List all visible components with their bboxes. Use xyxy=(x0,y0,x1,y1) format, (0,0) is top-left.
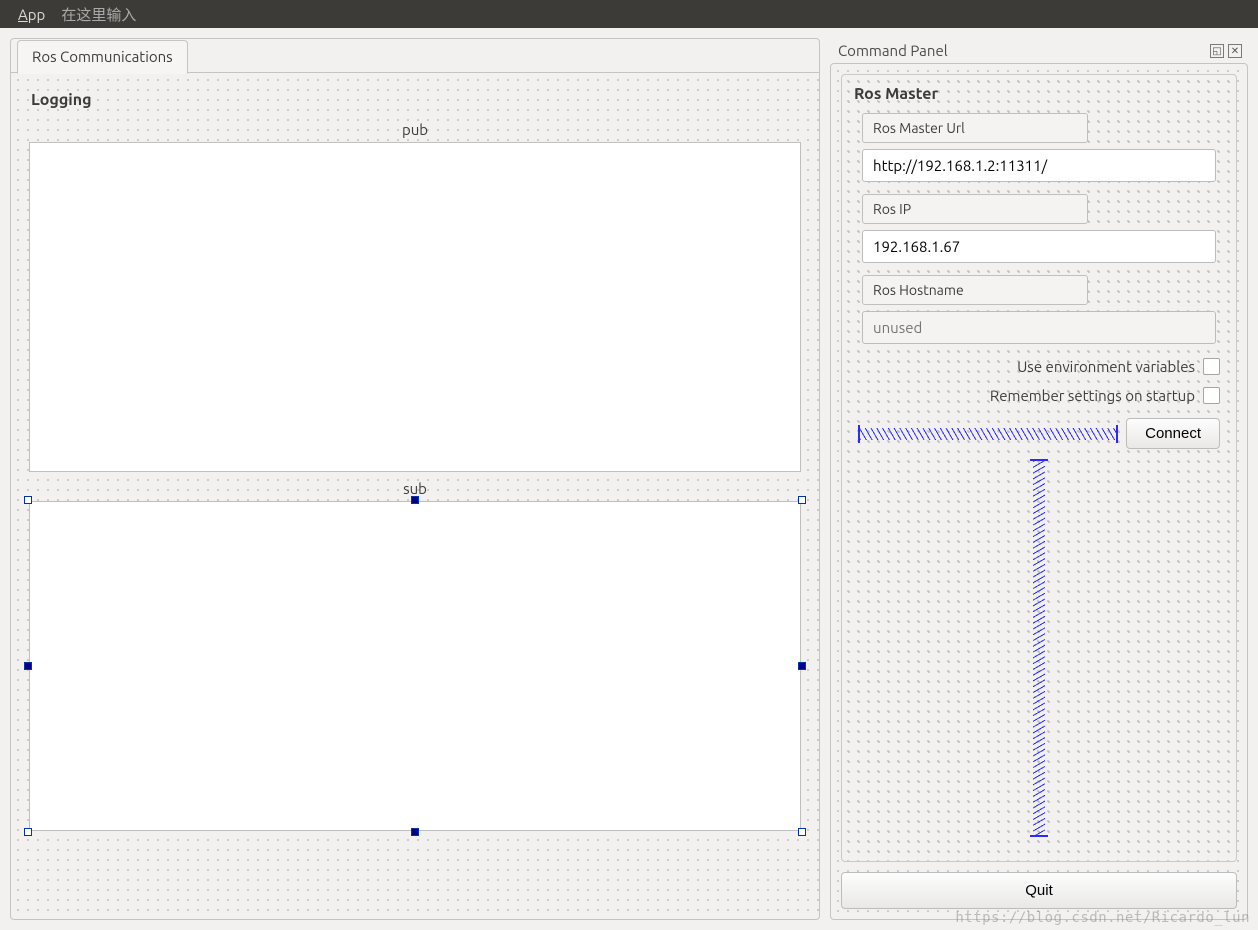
resize-handle[interactable] xyxy=(798,496,806,504)
connect-row: Connect xyxy=(858,418,1220,449)
resize-handle[interactable] xyxy=(798,662,806,670)
dock-body: Ros Master Ros Master Url Ros IP Ros Hos… xyxy=(830,63,1248,920)
ros-hostname-input[interactable] xyxy=(862,311,1216,344)
dock-close-icon[interactable]: ✕ xyxy=(1228,44,1242,58)
sub-label: sub xyxy=(29,480,801,497)
connect-button[interactable]: Connect xyxy=(1126,418,1220,449)
dock-float-icon[interactable]: ◱ xyxy=(1210,44,1224,58)
ros-master-title: Ros Master xyxy=(854,85,1224,103)
use-env-label: Use environment variables xyxy=(1017,358,1195,375)
use-env-row[interactable]: Use environment variables xyxy=(854,358,1220,375)
tab-bar: Ros Communications xyxy=(11,39,819,73)
quit-button[interactable]: Quit xyxy=(841,872,1237,909)
watermark-text: https://blog.csdn.net/Ricardo_lun xyxy=(955,910,1250,926)
remember-label: Remember settings on startup xyxy=(990,387,1195,404)
workspace: Ros Communications Logging pub sub xyxy=(0,28,1258,930)
menu-bar: App 在这里输入 xyxy=(0,0,1258,28)
ros-hostname-label: Ros Hostname xyxy=(862,275,1088,305)
left-panel: Ros Communications Logging pub sub xyxy=(10,38,820,920)
remember-checkbox[interactable] xyxy=(1203,387,1220,404)
ros-master-url-label: Ros Master Url xyxy=(862,113,1088,143)
right-dock: Command Panel ◱ ✕ Ros Master Ros Master … xyxy=(830,38,1248,920)
dock-title: Command Panel xyxy=(838,42,948,59)
resize-handle[interactable] xyxy=(798,828,806,836)
tab-ros-communications[interactable]: Ros Communications xyxy=(17,40,188,74)
dock-header: Command Panel ◱ ✕ xyxy=(830,38,1248,63)
horizontal-spacer[interactable] xyxy=(858,425,1118,443)
tab-content: Logging pub sub xyxy=(11,72,819,919)
resize-handle[interactable] xyxy=(24,662,32,670)
vertical-spacer[interactable] xyxy=(1030,459,1048,837)
menu-app[interactable]: App xyxy=(8,6,55,23)
resize-handle[interactable] xyxy=(411,496,419,504)
resize-handle[interactable] xyxy=(24,828,32,836)
ros-master-url-input[interactable] xyxy=(862,149,1216,182)
pub-listview[interactable] xyxy=(29,142,801,472)
ros-master-groupbox: Ros Master Ros Master Url Ros IP Ros Hos… xyxy=(841,74,1237,862)
menu-hint: 在这里输入 xyxy=(55,4,136,25)
use-env-checkbox[interactable] xyxy=(1203,358,1220,375)
resize-handle[interactable] xyxy=(24,496,32,504)
tab-widget: Ros Communications Logging pub sub xyxy=(10,38,820,920)
pub-label: pub xyxy=(29,121,801,138)
sub-listview-selection xyxy=(29,501,801,831)
logging-title: Logging xyxy=(31,91,801,109)
resize-handle[interactable] xyxy=(411,828,419,836)
remember-row[interactable]: Remember settings on startup xyxy=(854,387,1220,404)
menu-app-label: pp xyxy=(28,6,46,23)
ros-ip-label: Ros IP xyxy=(862,194,1088,224)
sub-listview[interactable] xyxy=(29,501,801,831)
ros-ip-input[interactable] xyxy=(862,230,1216,263)
